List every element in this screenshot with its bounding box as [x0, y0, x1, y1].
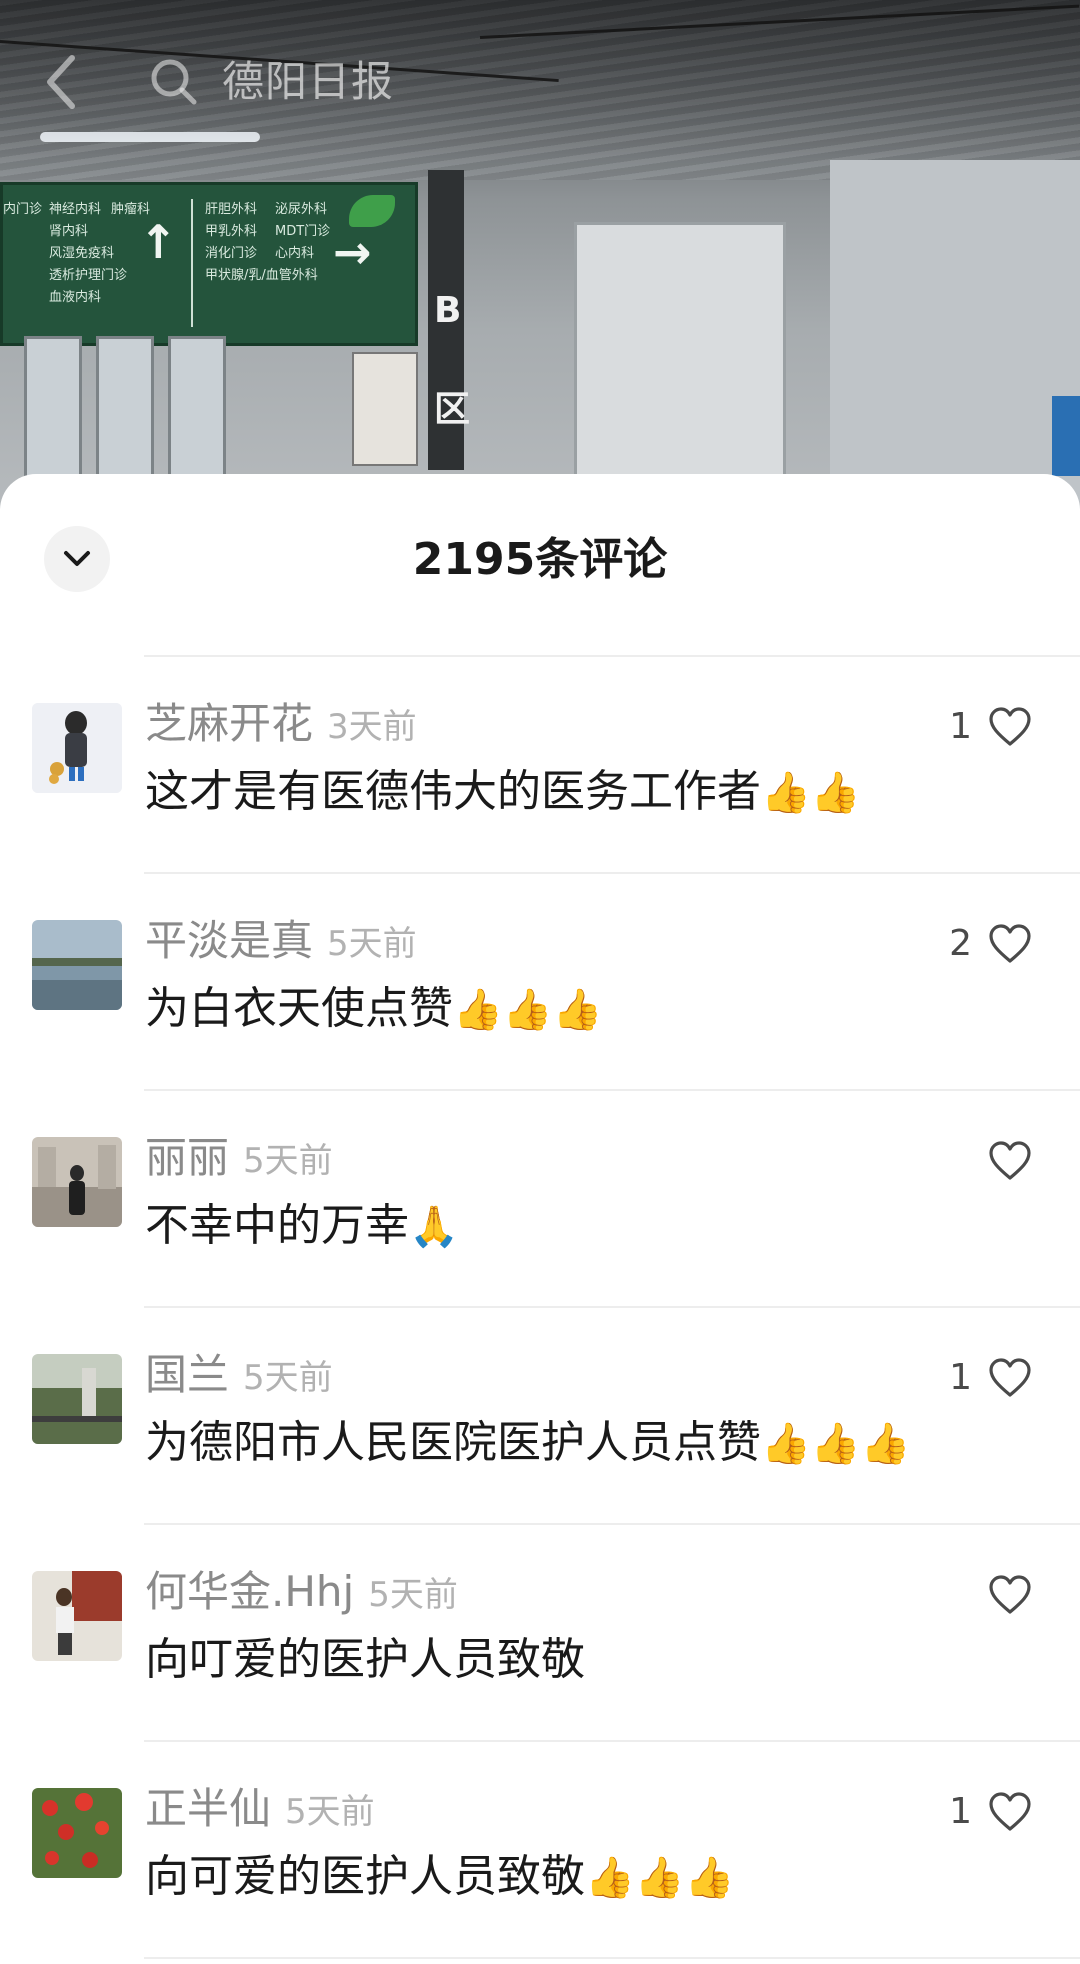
comment-item[interactable]: 国兰 5天前 为德阳市人民医院医护人员点赞👍👍👍 1 — [0, 1308, 1080, 1525]
avatar[interactable] — [32, 1571, 122, 1661]
like-button[interactable] — [988, 706, 1032, 748]
comment-time: 5天前 — [327, 924, 417, 964]
comment-item[interactable]: 平淡是真 5天前 为白衣天使点赞👍👍👍 2 — [0, 874, 1080, 1091]
comment-time: 5天前 — [368, 1575, 458, 1615]
comment-body: 不幸中的万幸 — [145, 1200, 409, 1251]
like-count: 1 — [949, 1791, 972, 1832]
comment-body: 为德阳市人民医院医护人员点赞 — [145, 1417, 761, 1468]
thumbs-up-icon: 👍👍👍 — [585, 1855, 735, 1901]
comments-sheet: 2195条评论 芝麻开花 3天前 这才是有医德伟大的医务工作者👍👍 1 平淡是真… — [0, 474, 1080, 1964]
sign-divider — [191, 199, 193, 327]
comment-meta: 丽丽 5天前 — [145, 1129, 333, 1190]
comment-text: 为白衣天使点赞👍👍👍 — [145, 979, 602, 1040]
comment-item[interactable]: 正半仙 5天前 向可爱的医护人员致敬👍👍👍 1 — [0, 1742, 1080, 1959]
like-button[interactable] — [988, 1791, 1032, 1833]
username[interactable]: 丽丽 — [145, 1133, 229, 1182]
zone-panel: B 区 — [428, 170, 470, 470]
like-button[interactable] — [988, 1574, 1032, 1616]
search-icon[interactable] — [150, 58, 198, 106]
arrow-up-icon: ↑ — [139, 215, 178, 269]
heart-icon — [989, 1141, 1031, 1180]
window — [168, 336, 226, 482]
hospital-logo-icon — [349, 195, 395, 227]
comment-text: 不幸中的万幸🙏 — [145, 1196, 459, 1257]
comment-body: 向可爱的医护人员致敬 — [145, 1851, 585, 1902]
comment-text: 向可爱的医护人员致敬👍👍👍 — [145, 1847, 734, 1908]
comment-time: 5天前 — [285, 1792, 375, 1832]
comment-item[interactable]: 芝麻开花 3天前 这才是有医德伟大的医务工作者👍👍 1 — [0, 657, 1080, 874]
comment-time: 3天前 — [327, 707, 417, 747]
back-button[interactable] — [40, 52, 84, 112]
avatar[interactable] — [32, 1137, 122, 1227]
heart-icon — [989, 924, 1031, 963]
blue-object — [1052, 396, 1080, 476]
username[interactable]: 正半仙 — [145, 1784, 271, 1833]
arrow-right-icon: → — [333, 225, 372, 279]
thumbs-up-icon: 👍👍👍 — [453, 987, 603, 1033]
avatar[interactable] — [32, 1788, 122, 1878]
comments-count-title: 2195条评论 — [412, 534, 668, 585]
like-count: 1 — [949, 1357, 972, 1398]
comment-time: 5天前 — [243, 1358, 333, 1398]
username[interactable]: 何华金.Hhj — [145, 1567, 354, 1616]
praying-hands-icon: 🙏 — [409, 1204, 459, 1250]
search-query[interactable]: 德阳日报 — [222, 56, 394, 108]
comment-body: 为白衣天使点赞 — [145, 983, 453, 1034]
username[interactable]: 国兰 — [145, 1350, 229, 1399]
wall — [830, 160, 1080, 520]
like-count: 1 — [949, 706, 972, 747]
comment-meta: 国兰 5天前 — [145, 1346, 333, 1407]
thumbs-up-icon: 👍👍👍 — [761, 1421, 911, 1467]
window — [96, 336, 154, 482]
window — [24, 336, 82, 482]
comment-meta: 正半仙 5天前 — [145, 1780, 375, 1841]
username[interactable]: 平淡是真 — [145, 916, 313, 965]
comment-meta: 芝麻开花 3天前 — [145, 695, 417, 756]
sign-column: 泌尿外科 MDT门诊 心内科 — [275, 202, 331, 261]
comment-text: 这才是有医德伟大的医务工作者👍👍 — [145, 762, 861, 823]
like-button[interactable] — [988, 923, 1032, 965]
avatar[interactable] — [32, 1354, 122, 1444]
comment-body: 向叮爱的医护人员致敬 — [145, 1634, 585, 1685]
like-button[interactable] — [988, 1357, 1032, 1399]
heart-icon — [989, 707, 1031, 746]
comment-time: 5天前 — [243, 1141, 333, 1181]
comment-item[interactable]: 丽丽 5天前 不幸中的万幸🙏 — [0, 1091, 1080, 1308]
notice-poster — [352, 352, 418, 466]
heart-icon — [989, 1358, 1031, 1397]
avatar[interactable] — [32, 703, 122, 793]
chevron-left-icon — [47, 55, 75, 109]
sign-column: 内门诊 — [3, 202, 43, 217]
comment-meta: 平淡是真 5天前 — [145, 912, 417, 973]
comment-text: 向叮爱的医护人员致敬 — [145, 1630, 585, 1691]
comment-body: 这才是有医德伟大的医务工作者 — [145, 766, 761, 817]
thumbs-up-icon: 👍👍 — [761, 770, 861, 816]
heart-icon — [989, 1792, 1031, 1831]
comment-item[interactable]: 何华金.Hhj 5天前 向叮爱的医护人员致敬 — [0, 1525, 1080, 1742]
comment-text: 为德阳市人民医院医护人员点赞👍👍👍 — [145, 1413, 910, 1474]
like-button[interactable] — [988, 1140, 1032, 1182]
heart-icon — [989, 1575, 1031, 1614]
divider — [144, 1957, 1080, 1959]
username[interactable]: 芝麻开花 — [145, 699, 313, 748]
comment-meta: 何华金.Hhj 5天前 — [145, 1563, 458, 1624]
hospital-direction-sign: 内门诊 神经内科 肾内科 风湿免疫科 透析护理门诊 血液内科 肿瘤科 ↑ 肝胆外… — [0, 182, 418, 346]
avatar[interactable] — [32, 920, 122, 1010]
like-count: 2 — [949, 923, 972, 964]
